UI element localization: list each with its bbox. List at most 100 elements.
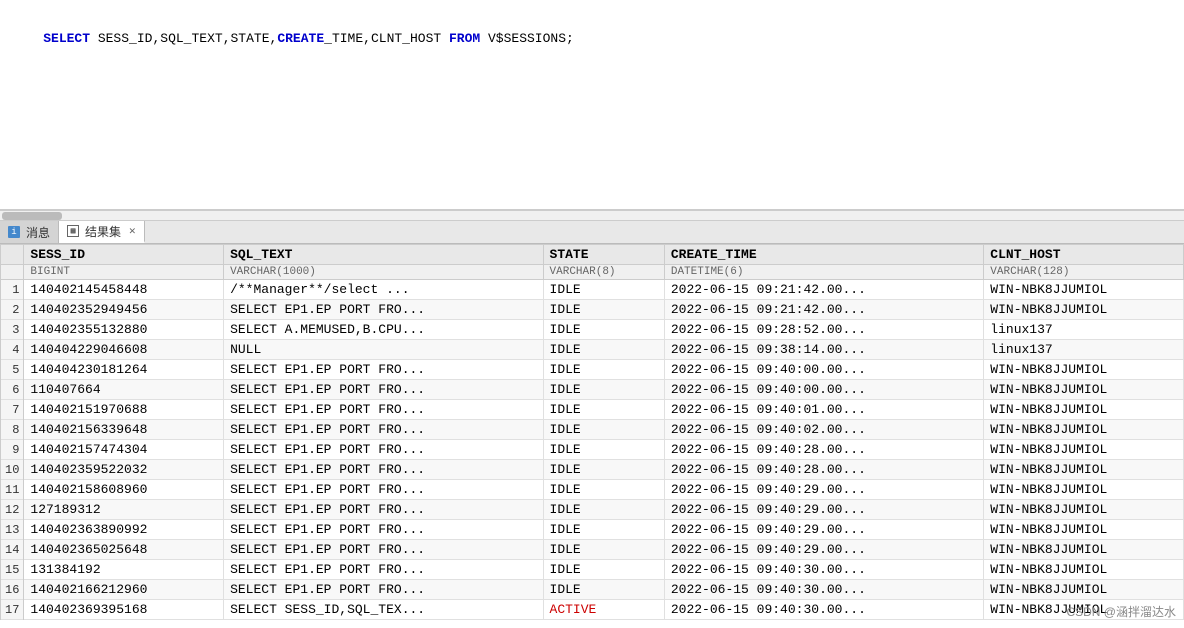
- cell-state: IDLE: [543, 340, 664, 360]
- table-row: 5 140404230181264 SELECT EP1.EP PORT FRO…: [1, 360, 1184, 380]
- cell-sql-text: SELECT EP1.EP PORT FRO...: [224, 560, 543, 580]
- col-type-create-time: DATETIME(6): [664, 265, 983, 280]
- table-row: 11 140402158608960 SELECT EP1.EP PORT FR…: [1, 480, 1184, 500]
- cell-create-time: 2022-06-15 09:40:30.00...: [664, 580, 983, 600]
- tab-close-icon[interactable]: ✕: [129, 224, 136, 238]
- cell-clnt-host: WIN-NBK8JJUMIOL: [984, 380, 1184, 400]
- cell-create-time: 2022-06-15 09:40:30.00...: [664, 600, 983, 620]
- tab-messages-label: 消息: [26, 224, 50, 241]
- tab-messages[interactable]: i 消息: [0, 221, 59, 243]
- cell-sql-text: /**Manager**/select ...: [224, 280, 543, 300]
- cell-sess-id: 140402156339648: [24, 420, 224, 440]
- cell-sql-text: SELECT EP1.EP PORT FRO...: [224, 520, 543, 540]
- sql-editor[interactable]: SELECT SESS_ID,SQL_TEXT,STATE,CREATE_TIM…: [0, 0, 1184, 210]
- cell-sess-id: 140402355132880: [24, 320, 224, 340]
- col-header-state: STATE: [543, 245, 664, 265]
- row-number: 11: [1, 480, 24, 500]
- row-number: 8: [1, 420, 24, 440]
- cell-state: IDLE: [543, 540, 664, 560]
- cell-sql-text: SELECT EP1.EP PORT FRO...: [224, 420, 543, 440]
- tab-results[interactable]: ▦ 结果集 ✕: [59, 221, 145, 243]
- sql-line-1: SELECT SESS_ID,SQL_TEXT,STATE,CREATE_TIM…: [12, 8, 1172, 70]
- cell-state: IDLE: [543, 520, 664, 540]
- cell-create-time: 2022-06-15 09:38:14.00...: [664, 340, 983, 360]
- cell-sess-id: 131384192: [24, 560, 224, 580]
- table-row: 15 131384192 SELECT EP1.EP PORT FRO... I…: [1, 560, 1184, 580]
- row-number: 13: [1, 520, 24, 540]
- tab-bar: i 消息 ▦ 结果集 ✕: [0, 220, 1184, 244]
- cell-sess-id: 140402365025648: [24, 540, 224, 560]
- column-header-row: SESS_ID SQL_TEXT STATE CREATE_TIME CLNT_…: [1, 245, 1184, 265]
- col-header-sess-id: SESS_ID: [24, 245, 224, 265]
- cell-sess-id: 140404229046608: [24, 340, 224, 360]
- cell-sess-id: 140402369395168: [24, 600, 224, 620]
- row-number: 17: [1, 600, 24, 620]
- cell-sess-id: 140402352949456: [24, 300, 224, 320]
- table-row: 9 140402157474304 SELECT EP1.EP PORT FRO…: [1, 440, 1184, 460]
- cell-clnt-host: WIN-NBK8JJUMIOL: [984, 560, 1184, 580]
- cell-state: IDLE: [543, 480, 664, 500]
- cell-clnt-host: WIN-NBK8JJUMIOL: [984, 580, 1184, 600]
- cell-clnt-host: WIN-NBK8JJUMIOL: [984, 400, 1184, 420]
- cell-sql-text: SELECT EP1.EP PORT FRO...: [224, 400, 543, 420]
- table-row: 8 140402156339648 SELECT EP1.EP PORT FRO…: [1, 420, 1184, 440]
- scroll-thumb[interactable]: [2, 212, 62, 220]
- row-number: 4: [1, 340, 24, 360]
- cell-create-time: 2022-06-15 09:28:52.00...: [664, 320, 983, 340]
- message-icon: i: [8, 226, 20, 238]
- cell-state: IDLE: [543, 400, 664, 420]
- row-number: 7: [1, 400, 24, 420]
- cell-clnt-host: linux137: [984, 320, 1184, 340]
- cell-sql-text: NULL: [224, 340, 543, 360]
- cell-sess-id: 110407664: [24, 380, 224, 400]
- tab-results-label: 结果集: [85, 223, 121, 240]
- row-number: 10: [1, 460, 24, 480]
- col-header-sql-text: SQL_TEXT: [224, 245, 543, 265]
- row-number: 14: [1, 540, 24, 560]
- cell-sess-id: 140402157474304: [24, 440, 224, 460]
- cell-create-time: 2022-06-15 09:40:28.00...: [664, 440, 983, 460]
- cell-clnt-host: WIN-NBK8JJUMIOL: [984, 440, 1184, 460]
- cell-state: IDLE: [543, 280, 664, 300]
- table-row: 16 140402166212960 SELECT EP1.EP PORT FR…: [1, 580, 1184, 600]
- cell-create-time: 2022-06-15 09:40:29.00...: [664, 480, 983, 500]
- col-header-clnt-host: CLNT_HOST: [984, 245, 1184, 265]
- cell-create-time: 2022-06-15 09:40:29.00...: [664, 520, 983, 540]
- cell-state: IDLE: [543, 440, 664, 460]
- cell-create-time: 2022-06-15 09:40:28.00...: [664, 460, 983, 480]
- cell-clnt-host: WIN-NBK8JJUMIOL: [984, 420, 1184, 440]
- cell-sql-text: SELECT EP1.EP PORT FRO...: [224, 480, 543, 500]
- col-type-sess-id: BIGINT: [24, 265, 224, 280]
- keyword-select: SELECT: [43, 31, 90, 46]
- col-type-state: VARCHAR(8): [543, 265, 664, 280]
- table-row: 3 140402355132880 SELECT A.MEMUSED,B.CPU…: [1, 320, 1184, 340]
- cell-sql-text: SELECT EP1.EP PORT FRO...: [224, 460, 543, 480]
- cell-clnt-host: WIN-NBK8JJUMIOL: [984, 360, 1184, 380]
- cell-state: IDLE: [543, 500, 664, 520]
- cell-clnt-host: WIN-NBK8JJUMIOL: [984, 300, 1184, 320]
- cell-create-time: 2022-06-15 09:40:29.00...: [664, 540, 983, 560]
- cell-clnt-host: WIN-NBK8JJUMIOL: [984, 280, 1184, 300]
- grid-icon: ▦: [67, 225, 79, 237]
- table-row: 12 127189312 SELECT EP1.EP PORT FRO... I…: [1, 500, 1184, 520]
- row-num-type: [1, 265, 24, 280]
- table-row: 6 110407664 SELECT EP1.EP PORT FRO... ID…: [1, 380, 1184, 400]
- cell-clnt-host: WIN-NBK8JJUMIOL: [984, 540, 1184, 560]
- watermark: CSDN @涵拌溜达水: [1066, 603, 1176, 620]
- row-number: 1: [1, 280, 24, 300]
- cell-sql-text: SELECT EP1.EP PORT FRO...: [224, 440, 543, 460]
- cell-sess-id: 140402158608960: [24, 480, 224, 500]
- cell-create-time: 2022-06-15 09:21:42.00...: [664, 280, 983, 300]
- col-type-clnt-host: VARCHAR(128): [984, 265, 1184, 280]
- row-number: 9: [1, 440, 24, 460]
- cell-clnt-host: WIN-NBK8JJUMIOL: [984, 480, 1184, 500]
- row-num-header: [1, 245, 24, 265]
- cell-sql-text: SELECT EP1.EP PORT FRO...: [224, 540, 543, 560]
- results-area[interactable]: SESS_ID SQL_TEXT STATE CREATE_TIME CLNT_…: [0, 244, 1184, 628]
- results-table: SESS_ID SQL_TEXT STATE CREATE_TIME CLNT_…: [0, 244, 1184, 620]
- horizontal-scrollbar[interactable]: [0, 210, 1184, 220]
- row-number: 16: [1, 580, 24, 600]
- col-header-create-time: CREATE_TIME: [664, 245, 983, 265]
- cell-create-time: 2022-06-15 09:40:02.00...: [664, 420, 983, 440]
- cell-clnt-host: WIN-NBK8JJUMIOL: [984, 500, 1184, 520]
